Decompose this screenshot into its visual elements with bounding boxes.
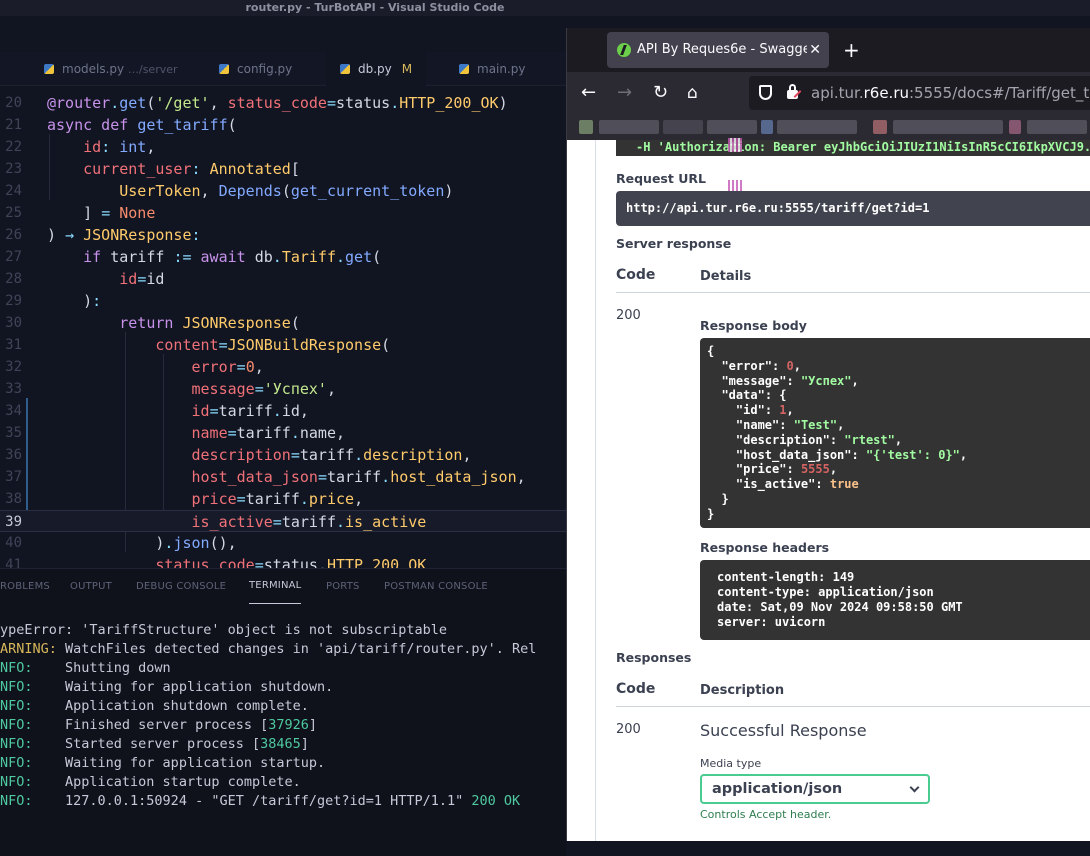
back-icon[interactable]: ← — [581, 72, 596, 114]
code-line: 41 status_code=status.HTTP_200_OK — [5, 556, 427, 568]
response-body-label: Response body — [700, 318, 807, 333]
new-tab-icon[interactable]: + — [843, 28, 860, 72]
reload-icon[interactable]: ↻ — [653, 72, 668, 114]
code-line: 23 current_user: Annotated[ — [5, 160, 300, 178]
details-header: Details — [700, 269, 752, 284]
insecure-lock-icon[interactable] — [787, 84, 798, 99]
tab-output[interactable]: OUTPUT — [70, 569, 112, 605]
terminal-line: NFO: Waiting for application startup. — [0, 755, 326, 771]
code-line: 25 ] = None — [5, 204, 156, 222]
code-line: 36 description=tariff.description, — [5, 446, 472, 464]
server-response-label: Server response — [616, 236, 732, 251]
response-code: 200 — [616, 722, 641, 737]
code-line: 32 error=0, — [5, 358, 264, 376]
bottom-panel: ROBLEMS OUTPUT DEBUG CONSOLE TERMINAL PO… — [0, 568, 566, 856]
terminal-line: NFO: Shutting down — [0, 660, 171, 676]
controls-accept-note: Controls Accept header. — [700, 808, 832, 821]
code-line: 37 host_data_json=tariff.host_data_json, — [5, 468, 526, 486]
window-title: router.py - TurBotAPI - Visual Studio Co… — [245, 1, 505, 14]
code-line: 34 id=tariff.id, — [5, 402, 309, 420]
code-line: 33 message='Успех', — [5, 380, 336, 398]
media-type-select[interactable]: application/json — [700, 774, 930, 804]
swagger-response-section: -H 'Authorization: Bearer eyJhbGciOiJIUz… — [595, 138, 1090, 841]
home-icon[interactable]: ⌂ — [687, 72, 698, 114]
current-code-line: 39 is_active=tariff.is_active — [0, 510, 566, 532]
swagger-favicon-icon — [617, 43, 631, 57]
code-editor[interactable]: 20 @router.get('/get', status_code=status… — [0, 90, 566, 568]
chevron-down-icon — [909, 782, 920, 793]
terminal-line: NFO: 127.0.0.1:50924 - "GET /tariff/get?… — [0, 793, 521, 809]
browser-nav-bar: ← → ↻ ⌂ api.tur.r6e.ru:5555/docs#/Tariff… — [567, 72, 1090, 114]
modified-badge: M — [401, 62, 413, 76]
browser-tab-bar: API By Reques6e - Swagger UI ✕ + — [567, 28, 1090, 72]
response-headers[interactable]: content-length: 149 content-type: applic… — [700, 560, 1090, 640]
browser-window: API By Reques6e - Swagger UI ✕ + ← → ↻ ⌂… — [566, 28, 1090, 841]
code-line: 21 async def get_tariff( — [5, 116, 237, 134]
browser-tab-swagger[interactable]: API By Reques6e - Swagger UI ✕ — [607, 32, 829, 68]
code-line: 28 id=id — [5, 270, 165, 288]
request-url-box[interactable]: http://api.tur.r6e.ru:5555/tariff/get?id… — [616, 191, 1090, 226]
code-header: Code — [616, 267, 656, 283]
code-line: 38 price=tariff.price, — [5, 490, 364, 508]
tab-problems[interactable]: ROBLEMS — [0, 569, 50, 605]
code-line: 35 name=tariff.name, — [5, 424, 346, 442]
response-body[interactable]: { "error": 0, "message": "Успех", "data"… — [700, 338, 1090, 528]
panel-tabs: ROBLEMS OUTPUT DEBUG CONSOLE TERMINAL PO… — [0, 569, 566, 605]
responses-label: Responses — [616, 650, 692, 665]
python-file-icon — [219, 64, 229, 74]
close-tab-icon[interactable]: ✕ — [809, 32, 821, 68]
response-code: 200 — [616, 308, 641, 323]
code-line: 26) → JSONResponse: — [5, 226, 201, 244]
terminal-line: ARNING: WatchFiles detected changes in '… — [0, 641, 537, 657]
response-headers-label: Response headers — [700, 540, 830, 555]
url-bar[interactable]: api.tur.r6e.ru:5555/docs#/Tariff/get_tar… — [749, 76, 1090, 110]
tab-db-py[interactable]: db.py M — [326, 52, 427, 86]
media-type-label: Media type — [700, 757, 762, 770]
bookmarks-bar — [567, 114, 1090, 140]
description-header: Description — [700, 683, 785, 698]
terminal-line: NFO: Finished server process [37926] — [0, 717, 317, 733]
code-line: 22 id: int, — [5, 138, 156, 156]
code-line: 40 ).json(), — [5, 534, 237, 552]
tab-ports[interactable]: PORTS — [326, 569, 360, 605]
terminal-line: NFO: Waiting for application shutdown. — [0, 679, 334, 695]
python-file-icon — [44, 64, 54, 74]
terminal-line: NFO: Application shutdown complete. — [0, 698, 309, 714]
tab-config-py[interactable]: config.py — [219, 52, 292, 86]
editor-tab-bar: models.py …/server config.py db.py M main… — [0, 52, 566, 86]
tab-debug-console[interactable]: DEBUG CONSOLE — [136, 569, 226, 605]
code-header: Code — [616, 681, 656, 697]
code-line: 31 content=JSONBuildResponse( — [5, 336, 391, 354]
code-line: 30 return JSONResponse( — [5, 314, 300, 332]
title-bar: router.py - TurBotAPI - Visual Studio Co… — [0, 0, 1090, 16]
curl-command: -H 'Authorization: Bearer eyJhbGciOiJIUz… — [616, 140, 1090, 156]
tab-postman-console[interactable]: POSTMAN CONSOLE — [384, 569, 488, 605]
python-file-icon — [340, 64, 350, 74]
code-line: 24 UserToken, Depends(get_current_token) — [5, 182, 454, 200]
request-url-label: Request URL — [616, 171, 706, 186]
tab-models-py[interactable]: models.py …/server — [44, 52, 178, 86]
code-line: 27 if tariff := await db.Tariff.get( — [5, 248, 382, 266]
code-line: 20 @router.get('/get', status_code=status… — [5, 94, 508, 112]
code-line: 29 ): — [5, 292, 102, 310]
terminal-line: NFO: Started server process [38465] — [0, 736, 309, 752]
terminal-line: ypeError: 'TariffStructure' object is no… — [0, 622, 448, 638]
shield-icon[interactable] — [759, 85, 772, 100]
forward-icon[interactable]: → — [617, 72, 632, 114]
terminal-line: NFO: Application startup complete. — [0, 774, 301, 790]
response-description: Successful Response — [700, 721, 867, 740]
python-file-icon — [459, 64, 469, 74]
tab-terminal[interactable]: TERMINAL — [249, 569, 302, 604]
tab-main-py[interactable]: main.py — [459, 52, 526, 86]
